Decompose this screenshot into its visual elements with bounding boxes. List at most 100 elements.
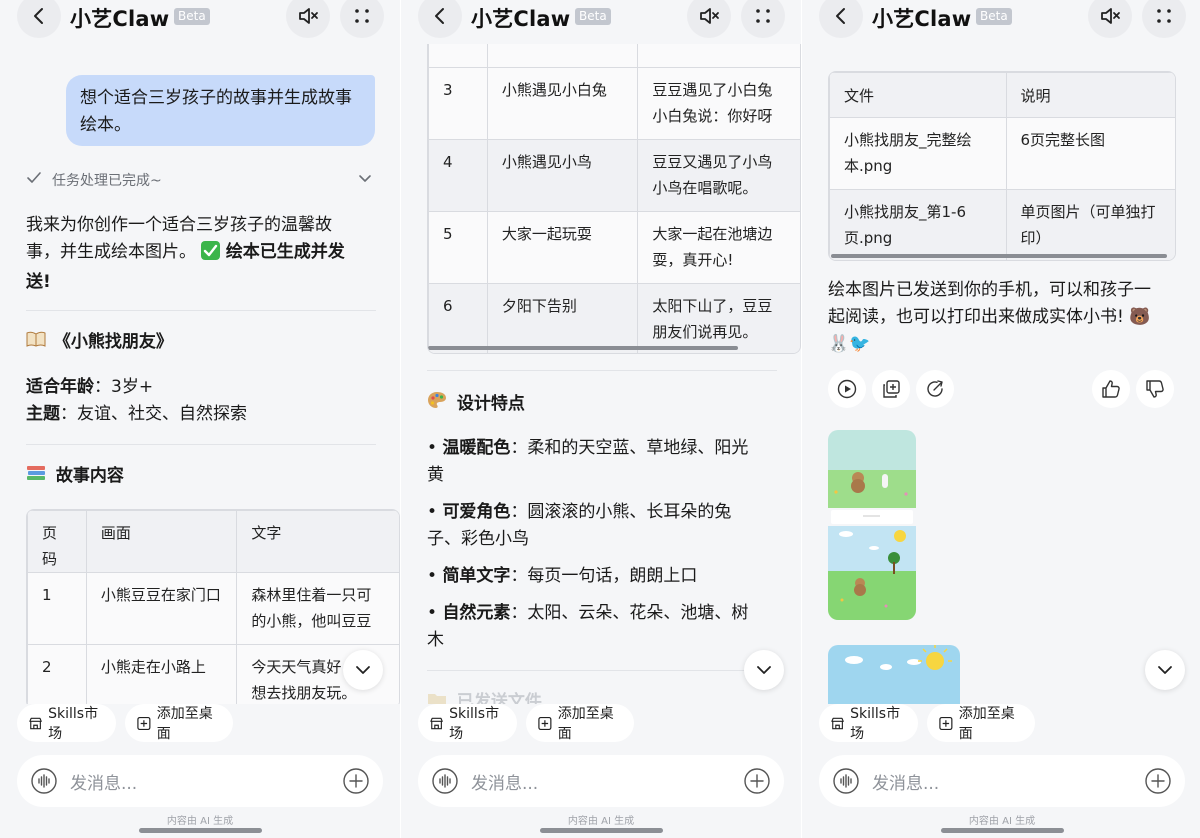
cell-text: 豆豆遇见了小白兔 小白兔说：你好呀 bbox=[637, 67, 800, 140]
message-input-bar[interactable]: 发消息... bbox=[418, 755, 784, 807]
thumbs-up-icon bbox=[1102, 380, 1120, 398]
share-button[interactable] bbox=[916, 370, 954, 408]
chip-label: 添加至桌面 bbox=[557, 706, 614, 742]
age-value: ：3岁+ bbox=[94, 377, 154, 397]
mute-button[interactable] bbox=[1088, 0, 1132, 38]
cell-text: 太阳下山了，豆豆 朋友们说再见。 bbox=[637, 283, 800, 353]
cell-text-line: 豆豆又遇见了小鸟 bbox=[652, 153, 773, 171]
copy-button[interactable] bbox=[872, 370, 910, 408]
divider bbox=[427, 370, 777, 371]
table-row: 1 小熊豆豆在家门口 森林里住着一只可 的小熊，他叫豆豆 bbox=[27, 572, 399, 645]
plus-icon[interactable] bbox=[744, 768, 770, 794]
skills-market-chip[interactable]: Skills市场 bbox=[819, 704, 918, 742]
story-table[interactable]: 3 小熊遇见小白兔 豆豆遇见了小白兔 小白兔说：你好呀 4 小熊遇见小鸟 豆豆又遇… bbox=[427, 44, 801, 354]
column-header: 说明 bbox=[1005, 72, 1175, 118]
chip-label: Skills市场 bbox=[48, 706, 99, 742]
table-scrollbar[interactable] bbox=[831, 254, 1167, 258]
feature-text: ：柔和的天空蓝、草地绿、阳光 bbox=[510, 438, 749, 458]
task-status[interactable]: 任务处理已完成~ bbox=[26, 168, 376, 192]
thumbs-up-button[interactable] bbox=[1092, 370, 1130, 408]
more-icon bbox=[756, 9, 770, 23]
column-header: 文字 bbox=[236, 510, 399, 573]
feature-label: 简单文字 bbox=[442, 566, 511, 586]
chip-label: 添加至桌面 bbox=[958, 706, 1015, 742]
cell-file: 小熊找朋友_第1-6 页.png bbox=[829, 189, 1007, 260]
more-button[interactable] bbox=[741, 0, 785, 38]
mic-icon[interactable] bbox=[432, 768, 458, 794]
feature-item: • 可爱角色：圆滚滚的小熊、长耳朵的兔 子、彩色小鸟 bbox=[427, 502, 732, 549]
app-title: 小艺Claw bbox=[471, 7, 571, 31]
cell-text-line: 大家一起在池塘边 bbox=[652, 225, 773, 243]
message-input[interactable]: 发消息... bbox=[70, 769, 137, 794]
thumbs-down-button[interactable] bbox=[1136, 370, 1174, 408]
share-icon bbox=[927, 380, 943, 397]
chat-content: 3 小熊遇见小白兔 豆豆遇见了小白兔 小白兔说：你好呀 4 小熊遇见小鸟 豆豆又遇… bbox=[401, 44, 801, 704]
add-to-desktop-chip[interactable]: 添加至桌面 bbox=[526, 704, 634, 742]
more-button[interactable] bbox=[340, 0, 384, 38]
cell-text-line: 印） bbox=[1020, 229, 1051, 247]
skills-market-chip[interactable]: Skills市场 bbox=[17, 704, 116, 742]
add-to-desktop-chip[interactable]: 添加至桌面 bbox=[125, 704, 233, 742]
add-to-desktop-chip[interactable]: 添加至桌面 bbox=[927, 704, 1035, 742]
message-input[interactable]: 发消息... bbox=[471, 769, 538, 794]
story-heading-text: 故事内容 bbox=[55, 466, 124, 486]
message-input[interactable]: 发消息... bbox=[872, 769, 939, 794]
mic-icon[interactable] bbox=[31, 768, 57, 794]
feature-text-cont: 子、彩色小鸟 bbox=[427, 529, 529, 549]
mute-icon bbox=[299, 8, 318, 24]
store-icon bbox=[430, 717, 443, 729]
home-indicator[interactable] bbox=[941, 828, 1064, 833]
home-indicator[interactable] bbox=[540, 828, 663, 833]
app-title: 小艺Claw bbox=[872, 7, 972, 31]
scroll-down-button[interactable] bbox=[1145, 650, 1185, 690]
plus-icon[interactable] bbox=[1145, 768, 1171, 794]
cell-text-line: 小熊找朋友_完整绘 bbox=[844, 131, 972, 149]
play-button[interactable] bbox=[828, 370, 866, 408]
cell-text-line: 本.png bbox=[844, 157, 893, 175]
back-button[interactable] bbox=[418, 0, 462, 38]
mute-button[interactable] bbox=[687, 0, 731, 38]
table-scrollbar[interactable] bbox=[428, 346, 738, 350]
cell-scene: 小熊遇见小鸟 bbox=[486, 139, 639, 212]
home-indicator[interactable] bbox=[139, 828, 262, 833]
ai-note: 内容由 AI 生成 bbox=[567, 816, 635, 827]
intro-paragraph: 我来为你创作一个适合三岁孩子的温馨故 事，并生成绘本图片。 绘本已生成并发 送! bbox=[26, 212, 376, 296]
plus-icon[interactable] bbox=[343, 768, 369, 794]
files-table[interactable]: 文件 说明 小熊找朋友_完整绘 本.png 6页完整长图 小熊找朋友_第1-6 页.… bbox=[828, 71, 1176, 261]
header: 小艺Claw Beta bbox=[401, 0, 801, 38]
cell-page: 6 bbox=[428, 283, 488, 353]
cell-desc: 单页图片（可单独打 印） bbox=[1005, 189, 1175, 260]
back-button[interactable] bbox=[17, 0, 61, 38]
message-input-bar[interactable]: 发消息... bbox=[819, 755, 1185, 807]
book-title: 《小熊找朋友》 bbox=[26, 330, 173, 354]
more-button[interactable] bbox=[1142, 0, 1186, 38]
feature-text: ：圆滚滚的小熊、长耳朵的兔 bbox=[510, 502, 732, 522]
message-input-bar[interactable]: 发消息... bbox=[17, 755, 383, 807]
cell-text-line: 太阳下山了，豆豆 bbox=[652, 297, 773, 315]
skills-market-chip[interactable]: Skills市场 bbox=[418, 704, 517, 742]
scroll-down-button[interactable] bbox=[744, 650, 784, 690]
add-square-icon bbox=[137, 716, 151, 730]
cell-text-line: 小白兔说：你好呀 bbox=[652, 107, 773, 125]
cell-text-line: 耍，真开心! bbox=[652, 251, 734, 269]
ai-note: 内容由 AI 生成 bbox=[968, 816, 1036, 827]
picture-book-long-image[interactable] bbox=[828, 430, 916, 620]
back-icon bbox=[435, 8, 444, 24]
mic-icon[interactable] bbox=[833, 768, 859, 794]
cell-text-line: 森林里住着一只可 bbox=[251, 586, 372, 604]
picture-book-page-image[interactable] bbox=[828, 645, 960, 704]
chat-panel-2: 小艺Claw Beta 3 小熊遇见小白兔 豆豆遇见了小白兔 小白兔说：你好呀 4… bbox=[401, 0, 801, 838]
cell-text-line: 单页图片（可单独打 bbox=[1020, 203, 1156, 221]
back-button[interactable] bbox=[819, 0, 863, 38]
chevron-down-icon bbox=[757, 666, 771, 674]
chevron-down-icon bbox=[359, 175, 371, 182]
books-emoji bbox=[26, 464, 50, 488]
scroll-down-button[interactable] bbox=[343, 650, 383, 690]
mute-button[interactable] bbox=[286, 0, 330, 38]
quick-chips: Skills市场 添加至桌面 bbox=[418, 704, 788, 742]
cell-scene: 大家一起玩耍 bbox=[486, 211, 639, 284]
more-icon bbox=[1157, 9, 1171, 23]
table-row: 4 小熊遇见小鸟 豆豆又遇见了小鸟 小鸟在唱歌呢。 bbox=[428, 139, 800, 212]
feature-item: • 简单文字：每页一句话，朗朗上口 bbox=[427, 566, 698, 586]
divider bbox=[26, 444, 376, 445]
